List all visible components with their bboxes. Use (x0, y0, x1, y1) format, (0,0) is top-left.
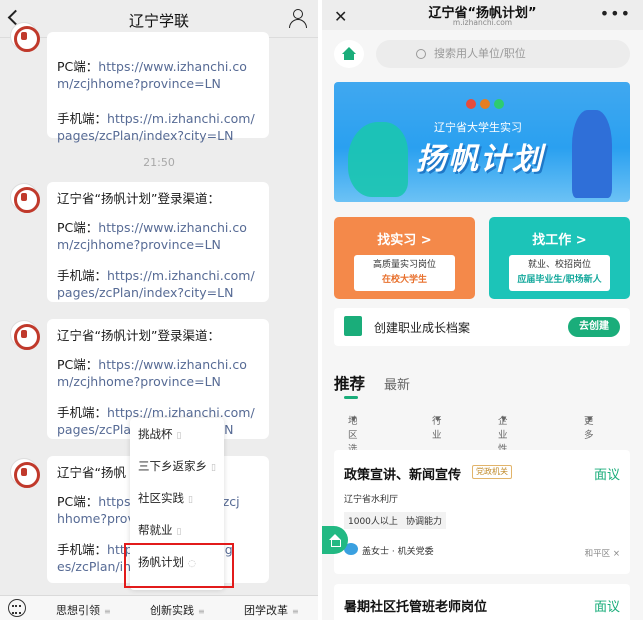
filter-more[interactable]: 更多 ▼ (584, 413, 594, 441)
highlight-box (124, 543, 234, 588)
create-button[interactable]: 去创建 (568, 317, 620, 337)
avatar[interactable] (10, 458, 40, 488)
job-title: 暑期社区托管班老师岗位 (344, 600, 488, 615)
tab-underline (344, 396, 358, 399)
tab-recommend[interactable]: 推荐 (334, 372, 365, 394)
emblem-icon (480, 99, 490, 109)
timestamp: 21:50 (143, 156, 175, 169)
job-tag: 党政机关 (472, 465, 512, 479)
banner-subtitle: 辽宁省大学生实习 (434, 121, 522, 134)
job-title: 政策宣讲、新闻宣传 (344, 468, 462, 483)
chat-panel: 辽宁学联 PC端：https://www.izhanchi.com/zcjhho… (0, 0, 318, 620)
job-contact: 盖女士 · 机关党委 (362, 547, 434, 557)
menu-item-tiaozhanbei[interactable]: 挑战杯 ▯ (138, 426, 181, 450)
webview-panel: ✕ 辽宁省“扬帆计划” m.izhanchi.com ••• 搜索用人单位/职位… (322, 0, 643, 620)
home-icon[interactable] (334, 40, 364, 68)
mini-program-icon: ▯ (176, 431, 182, 441)
job-attribute: 协调能力 (402, 512, 447, 529)
emblem-icon (494, 99, 504, 109)
company-name: 辽宁省水利厅 (344, 495, 399, 505)
message-title: 辽宁省“扬帆计划”登录渠道： (57, 328, 220, 343)
avatar[interactable] (10, 320, 40, 350)
menu-tuanxue[interactable]: 团学改革 ≡ (244, 602, 299, 618)
filter-company-type[interactable]: 企业性质▼ (498, 413, 508, 469)
menu-item-shequshijian[interactable]: 社区实践 ▯ (138, 490, 193, 514)
job-card[interactable]: 政策宣讲、新闻宣传 党政机关 面议 辽宁省水利厅 1000人以上 协调能力 盖女… (334, 450, 630, 574)
job-card[interactable]: 暑期社区托管班老师岗位 面议 (334, 584, 630, 620)
tab-latest[interactable]: 最新 (384, 374, 410, 393)
career-profile-row: 创建职业成长档案 去创建 (334, 308, 630, 346)
message-bubble: 辽宁省“扬帆计划”登录渠道： PC端：https://www.izhanchi.… (47, 182, 269, 302)
menu-lines-icon: ≡ (292, 607, 299, 616)
job-pay: 面议 (593, 600, 620, 615)
banner-title: 扬帆计划 (416, 142, 544, 177)
menu-item-sanxiaxiang[interactable]: 三下乡返家乡 ▯ (138, 458, 216, 482)
message-bubble: PC端：https://www.izhanchi.com/zcjhhome?pr… (47, 32, 269, 143)
message-title: 辽宁省“扬帆计划”登录渠道： (57, 191, 220, 206)
mini-program-icon: ▯ (188, 495, 193, 505)
student-illustration (572, 110, 612, 198)
find-internship-card[interactable]: 找实习 > 高质量实习岗位 在校大学生 (334, 217, 475, 299)
find-job-card[interactable]: 找工作 > 就业、校招岗位 应届毕业生/职场新人 (489, 217, 630, 299)
avatar[interactable] (10, 22, 40, 52)
book-icon (344, 316, 362, 336)
page-domain: m.izhanchi.com (452, 18, 513, 27)
search-input[interactable]: 搜索用人单位/职位 (376, 40, 630, 68)
mini-program-icon: ▯ (211, 463, 216, 473)
profile-icon[interactable] (288, 9, 307, 28)
menu-sixiang[interactable]: 思想引领 ≡ (56, 602, 111, 618)
search-icon (416, 49, 426, 59)
menu-lines-icon: ≡ (104, 607, 111, 616)
job-attribute: 1000人以上 (344, 512, 402, 529)
filter-industry[interactable]: 行业 ▼ (432, 413, 442, 441)
banner[interactable]: 辽宁省大学生实习 扬帆计划 (334, 82, 630, 202)
more-icon[interactable]: ••• (600, 4, 631, 23)
chat-menu-bar: 思想引领 ≡ 创新实践 ≡ 团学改革 ≡ (0, 595, 318, 620)
job-pay: 面议 (593, 468, 620, 483)
chat-title: 辽宁学联 (128, 12, 189, 30)
filter-region[interactable]: 地区选择▼ (348, 413, 358, 469)
keyboard-icon[interactable] (8, 599, 26, 617)
webview-header: ✕ 辽宁省“扬帆计划” m.izhanchi.com ••• (322, 0, 643, 30)
avatar[interactable] (10, 183, 40, 213)
menu-chuangxin[interactable]: 创新实践 ≡ (150, 602, 205, 618)
job-location: 和平区 × (584, 549, 620, 559)
mini-program-icon: ▯ (176, 527, 182, 537)
runner-illustration (348, 122, 408, 197)
menu-lines-icon: ≡ (198, 607, 205, 616)
emblem-icon (466, 99, 476, 109)
